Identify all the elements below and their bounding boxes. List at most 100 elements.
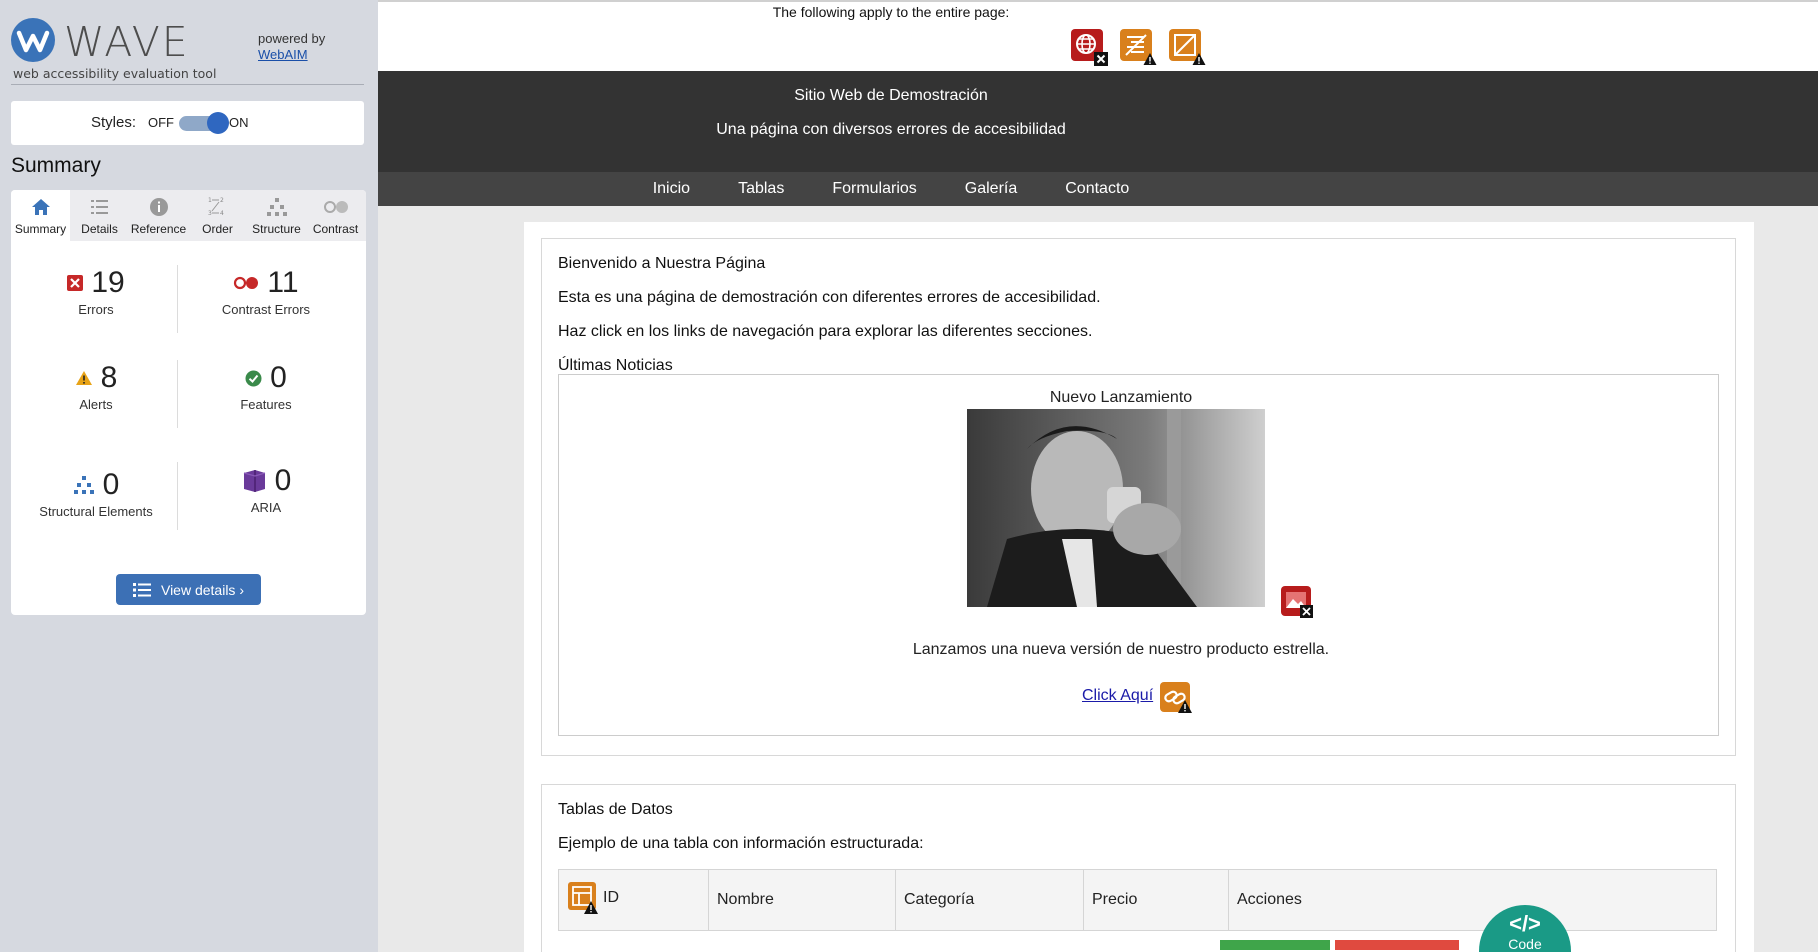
- nav-item-galeria[interactable]: Galería: [965, 180, 1017, 198]
- contrast-errors-label: Contrast Errors: [221, 302, 311, 317]
- nav-item-contacto[interactable]: Contacto: [1065, 180, 1129, 198]
- wave-tagline: web accessibility evaluation tool: [13, 66, 217, 81]
- svg-text:1: 1: [208, 197, 212, 204]
- panel-tabs: Summary Details Reference 1 2 3 4 Order Str…: [11, 190, 366, 241]
- alert-icon: [75, 371, 92, 385]
- svg-text:4: 4: [220, 210, 224, 217]
- evaluated-page: The following apply to the entire page: …: [378, 0, 1818, 952]
- stat-aria[interactable]: 0 ARIA: [181, 464, 351, 515]
- view-details-button[interactable]: View details ›: [116, 574, 261, 605]
- nav-item-inicio[interactable]: Inicio: [653, 180, 690, 198]
- news-box: Nuevo Lanzamiento Lanzamos una nueva ver…: [558, 374, 1719, 736]
- alerts-count: 8: [100, 361, 118, 394]
- layout-table-alert-icon[interactable]: [567, 881, 599, 915]
- list-icon: [90, 200, 108, 214]
- aria-label: ARIA: [250, 500, 282, 515]
- delete-button[interactable]: [1335, 940, 1459, 950]
- column-categoria: Categoría: [895, 869, 1084, 931]
- list-icon: [132, 582, 151, 597]
- order-icon: 1 2 3 4: [208, 197, 224, 217]
- tab-contrast[interactable]: Contrast: [306, 190, 365, 241]
- page-level-notices: The following apply to the entire page:: [378, 2, 1818, 71]
- stat-contrast-errors[interactable]: 11 Contrast Errors: [181, 266, 351, 317]
- click-aqui-link[interactable]: Click Aquí: [1082, 687, 1153, 705]
- image-missing-alt-error-icon[interactable]: [1280, 585, 1314, 619]
- site-nav: Inicio Tablas Formularios Galería Contac…: [378, 172, 1818, 206]
- styles-toggle-knob[interactable]: [207, 112, 229, 134]
- wave-logo-icon: [11, 18, 55, 62]
- aria-count: 0: [274, 464, 292, 497]
- no-page-regions-alert-icon[interactable]: [1169, 29, 1206, 65]
- wave-brand: WAVE web accessibility evaluation tool p…: [0, 0, 378, 88]
- news-title: Nuevo Lanzamiento: [1049, 389, 1193, 406]
- welcome-heading: Bienvenido a Nuestra Página: [558, 255, 766, 272]
- tables-intro: Ejemplo de una tabla con información est…: [558, 835, 924, 852]
- wave-wordmark: WAVE: [64, 18, 190, 66]
- styles-label: Styles:: [91, 114, 137, 131]
- tab-summary[interactable]: Summary: [11, 190, 70, 241]
- nav-item-tablas[interactable]: Tablas: [738, 180, 784, 198]
- powered-by-label: powered by: [258, 31, 326, 46]
- svg-text:3: 3: [208, 210, 212, 217]
- welcome-paragraph-1: Esta es una página de demostración con d…: [558, 289, 1101, 306]
- info-icon: [149, 198, 168, 216]
- contrast-icon: [323, 201, 348, 213]
- nav-item-formularios[interactable]: Formularios: [832, 180, 916, 198]
- tables-heading: Tablas de Datos: [558, 801, 673, 818]
- stat-features[interactable]: 0 Features: [181, 361, 351, 412]
- code-view-toggle[interactable]: </> Code: [1479, 905, 1571, 952]
- edit-button[interactable]: [1220, 940, 1330, 950]
- welcome-section: Bienvenido a Nuestra Página Esta es una …: [541, 238, 1736, 756]
- tab-label: Reference: [130, 222, 187, 236]
- code-icon: </>: [1509, 911, 1541, 936]
- tab-label: Contrast: [312, 222, 359, 236]
- welcome-paragraph-2: Haz click en los links de navegación par…: [558, 323, 1093, 340]
- code-label: Code: [1508, 936, 1542, 952]
- tab-label: Structure: [252, 222, 301, 236]
- error-icon: [67, 275, 84, 291]
- stat-structural-elements[interactable]: 0 Structural Elements: [21, 468, 171, 519]
- alerts-label: Alerts: [79, 397, 113, 412]
- styles-off-label: OFF: [148, 115, 174, 130]
- aria-cube-icon: [243, 470, 265, 492]
- errors-count: 19: [91, 266, 125, 299]
- structural-count: 0: [102, 468, 120, 501]
- tab-label: Details: [81, 222, 118, 236]
- home-icon: [31, 199, 50, 215]
- stat-errors[interactable]: 19 Errors: [21, 266, 171, 317]
- site-title: Sitio Web de Demostración: [794, 87, 988, 104]
- stat-alerts[interactable]: 8 Alerts: [21, 361, 171, 412]
- tab-label: Order: [202, 222, 233, 236]
- tab-details[interactable]: Details: [70, 190, 129, 241]
- column-acciones: Acciones: [1228, 869, 1717, 931]
- structure-icon: [73, 476, 94, 494]
- news-description: Lanzamos una nueva versión de nuestro pr…: [912, 641, 1330, 658]
- news-image: [967, 409, 1265, 607]
- view-details-label: View details ›: [160, 581, 244, 598]
- ambiguous-link-alert-icon[interactable]: [1159, 681, 1193, 715]
- site-subtitle: Una página con diversos errores de acces…: [716, 121, 1066, 138]
- language-missing-error-icon[interactable]: [1071, 29, 1108, 66]
- tab-structure[interactable]: Structure: [247, 190, 306, 241]
- site-header: Sitio Web de Demostración Una página con…: [378, 71, 1818, 172]
- features-count: 0: [270, 361, 287, 394]
- structural-label: Structural Elements: [39, 504, 153, 519]
- no-heading-structure-alert-icon[interactable]: [1120, 29, 1157, 65]
- tab-label: Summary: [14, 222, 67, 236]
- errors-label: Errors: [78, 302, 114, 317]
- summary-panel: Summary Details Reference 1 2 3 4 Order Str…: [11, 190, 366, 615]
- structure-icon: [266, 198, 287, 216]
- features-label: Features: [240, 397, 292, 412]
- divider: [177, 462, 178, 530]
- webaim-link[interactable]: WebAIM: [258, 47, 308, 62]
- page-level-icons: [1071, 29, 1206, 66]
- tab-reference[interactable]: Reference: [129, 190, 188, 241]
- divider: [11, 84, 364, 85]
- wave-sidebar: WAVE web accessibility evaluation tool p…: [0, 0, 378, 952]
- powered-by: powered by WebAIM: [258, 31, 325, 63]
- tab-order[interactable]: 1 2 3 4 Order: [188, 190, 247, 241]
- column-precio: Precio: [1083, 869, 1229, 931]
- contrast-errors-count: 11: [267, 266, 299, 299]
- table-header-cell: ID: [558, 869, 709, 931]
- contrast-error-icon: [234, 276, 259, 290]
